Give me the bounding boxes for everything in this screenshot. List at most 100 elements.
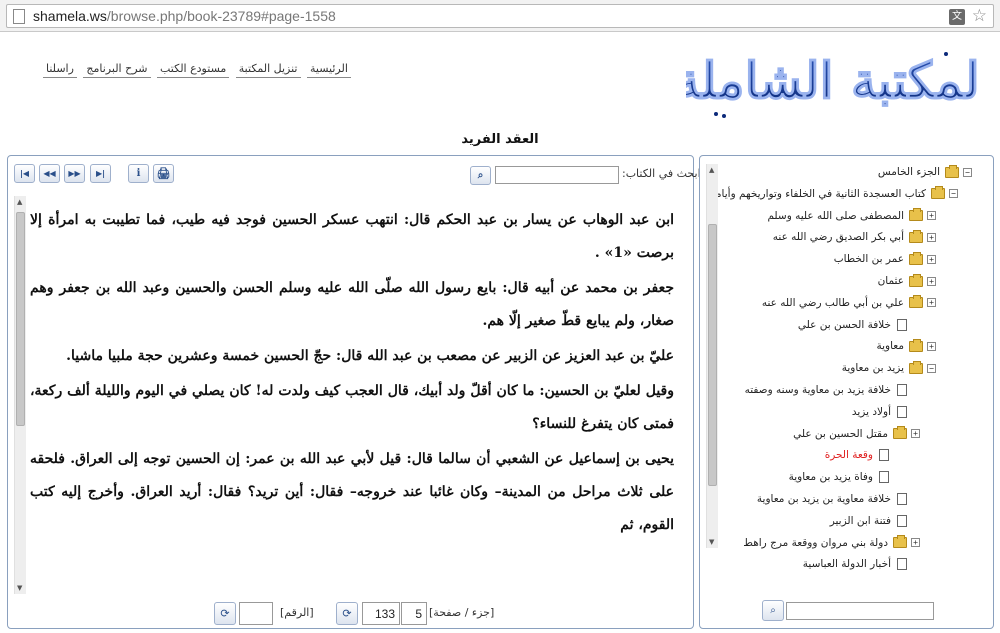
last-page-button[interactable]: ▶| <box>90 164 111 183</box>
url-field[interactable]: shamela.ws/browse.php/book-23789#page-15… <box>6 4 994 28</box>
part-input[interactable] <box>401 602 427 625</box>
expand-icon[interactable]: + <box>927 211 936 221</box>
folder-icon <box>931 186 945 200</box>
toc-node-label: وفاة يزيد بن معاوية <box>788 471 873 484</box>
toc-node-label: الجزء الخامس <box>877 166 940 178</box>
scroll-up-icon[interactable]: ▲ <box>17 198 22 206</box>
toc-node-label: المصطفى صلى الله عليه وسلم <box>767 209 904 222</box>
toc-search-button[interactable]: ⌕ <box>762 600 784 621</box>
toc-search-input[interactable] <box>786 602 934 620</box>
document-icon <box>879 449 889 462</box>
toc-node[interactable]: وفاة يزيد بن معاوية <box>789 467 902 487</box>
scroll-down-icon[interactable]: ▼ <box>17 584 22 592</box>
info-button[interactable]: i <box>128 164 149 183</box>
expand-icon[interactable]: + <box>927 341 936 351</box>
toc-node[interactable]: خلافة معاوية بن يزيد بن معاوية <box>757 489 920 509</box>
expand-icon[interactable]: + <box>927 232 936 242</box>
toc-node[interactable]: + المصطفى صلى الله عليه وسلم <box>767 206 936 226</box>
toc-node[interactable]: + عثمان <box>878 271 936 291</box>
toc-scrollbar[interactable]: ▲ ▼ <box>706 164 718 548</box>
toc-node-label: مقتل الحسين بن علي <box>793 427 888 440</box>
url-host: shamela.ws <box>33 8 107 24</box>
expand-icon[interactable]: + <box>927 276 936 286</box>
collapse-icon[interactable]: − <box>949 189 958 199</box>
refresh-icon: ⟳ <box>342 607 352 620</box>
book-title: العقد الفريد <box>461 132 539 147</box>
nav-contact[interactable]: راسلنا <box>43 62 77 78</box>
folder-icon <box>909 251 923 265</box>
scroll-thumb[interactable] <box>708 224 717 486</box>
folder-icon <box>893 426 907 440</box>
toc-node[interactable]: − كتاب العسجدة الثانية في الخلفاء وتواريخ… <box>706 184 958 204</box>
reader-scrollbar[interactable]: ▲ ▼ <box>14 196 26 594</box>
expand-icon[interactable]: + <box>927 298 936 308</box>
toc-node-label: دولة بني مروان ووقعة مرج راهط <box>743 536 888 549</box>
print-button[interactable]: 🖨 <box>153 164 174 183</box>
toc-node[interactable]: خلافة يزيد بن معاوية وسنه وصفته <box>745 380 920 400</box>
nav-home[interactable]: الرئيسية <box>307 62 351 78</box>
toc-node[interactable]: + علي بن أبي طالب رضي الله عنه <box>762 293 936 313</box>
go-page-button[interactable]: ⟳ <box>336 602 358 625</box>
toc-node[interactable]: + معاوية <box>876 336 936 356</box>
paragraph: عليّ بن عبد العزيز عن الزبير عن مصعب بن … <box>66 348 674 364</box>
toc-node-label: خلافة معاوية بن يزيد بن معاوية <box>756 493 891 505</box>
page-input[interactable] <box>362 602 400 625</box>
toc-node[interactable]: أولاد يزيد <box>852 402 920 422</box>
page-icon <box>13 9 25 24</box>
toc-node[interactable]: + أبي بكر الصديق رضي الله عنه <box>773 227 936 247</box>
number-input[interactable] <box>239 602 273 625</box>
toc-node-label: يزيد بن معاوية <box>841 362 904 375</box>
toc-node-label: فتنة ابن الزبير <box>829 514 891 527</box>
url-text[interactable]: shamela.ws/browse.php/book-23789#page-15… <box>33 8 336 24</box>
nav-help[interactable]: شرح البرنامج <box>83 62 151 78</box>
folder-icon <box>909 208 923 222</box>
toc-node[interactable]: فتنة ابن الزبير <box>830 511 920 531</box>
toc-node-label: أخبار الدولة العباسية <box>802 558 891 571</box>
expand-icon[interactable]: + <box>927 254 936 264</box>
toc-node-label: علي بن أبي طالب رضي الله عنه <box>761 296 904 309</box>
expand-icon[interactable]: + <box>911 538 920 548</box>
paragraph: يحيى بن إسماعيل عن الشعبي أن سالما قال: … <box>30 451 674 533</box>
book-search-button[interactable]: ⌕ <box>470 166 491 185</box>
folder-icon <box>909 338 923 352</box>
refresh-icon: ⟳ <box>220 607 230 620</box>
toc-node[interactable]: + دولة بني مروان ووقعة مرج راهط <box>743 533 920 553</box>
toc-node-label: أبي بكر الصديق رضي الله عنه <box>772 231 904 244</box>
previous-page-button[interactable]: ◀◀ <box>39 164 60 183</box>
collapse-icon[interactable]: − <box>927 363 936 373</box>
toc-tree: − الجزء الخامس − كتاب العسجدة الثانية في ال… <box>706 162 972 578</box>
folder-icon <box>909 273 923 287</box>
toc-node[interactable]: خلافة الحسن بن علي <box>798 315 920 335</box>
book-search-input[interactable] <box>495 166 619 184</box>
browser-address-bar: shamela.ws/browse.php/book-23789#page-15… <box>0 0 1000 32</box>
document-icon <box>897 318 907 331</box>
toc-node[interactable]: + عمر بن الخطاب <box>834 249 936 269</box>
toc-node[interactable]: + مقتل الحسين بن علي <box>793 424 920 444</box>
go-number-button[interactable]: ⟳ <box>214 602 236 625</box>
toc-node[interactable]: أخبار الدولة العباسية <box>803 554 920 574</box>
paragraph: جعفر بن محمد عن أبيه قال: بايع رسول الله… <box>30 280 674 329</box>
nav-download[interactable]: تنزيل المكتبة <box>235 62 301 78</box>
book-text: ابن عبد الوهاب عن يسار بن عبد الحكم قال:… <box>30 204 674 596</box>
scroll-up-icon[interactable]: ▲ <box>709 166 714 174</box>
scroll-down-icon[interactable]: ▼ <box>709 538 714 546</box>
nav-repository[interactable]: مستودع الكتب <box>157 62 230 78</box>
expand-icon[interactable]: + <box>911 429 920 439</box>
toc-node[interactable]: − يزيد بن معاوية <box>842 358 936 378</box>
next-page-button[interactable]: ▶▶ <box>64 164 85 183</box>
folder-icon <box>909 229 923 243</box>
toc-node[interactable]: وقعة الحرة <box>825 445 902 465</box>
toc-node[interactable]: − الجزء الخامس <box>878 162 972 182</box>
star-icon[interactable]: ☆ <box>972 6 987 26</box>
scroll-thumb[interactable] <box>16 212 25 426</box>
collapse-icon[interactable]: − <box>963 167 972 177</box>
translate-icon[interactable]: 文 <box>949 9 965 25</box>
book-search-label: ابحث في الكتاب: <box>622 167 701 180</box>
paragraph: وقيل لعليّ بن الحسين: ما كان أقلّ ولد أب… <box>30 383 674 432</box>
shamela-logo[interactable]: المكتبة الشاملة <box>686 34 982 126</box>
toc-node-label: معاوية <box>876 340 904 353</box>
number-label: [الرقم] <box>280 606 314 619</box>
document-icon <box>897 493 907 505</box>
first-page-button[interactable]: |◀ <box>14 164 35 183</box>
folder-icon <box>909 360 923 374</box>
